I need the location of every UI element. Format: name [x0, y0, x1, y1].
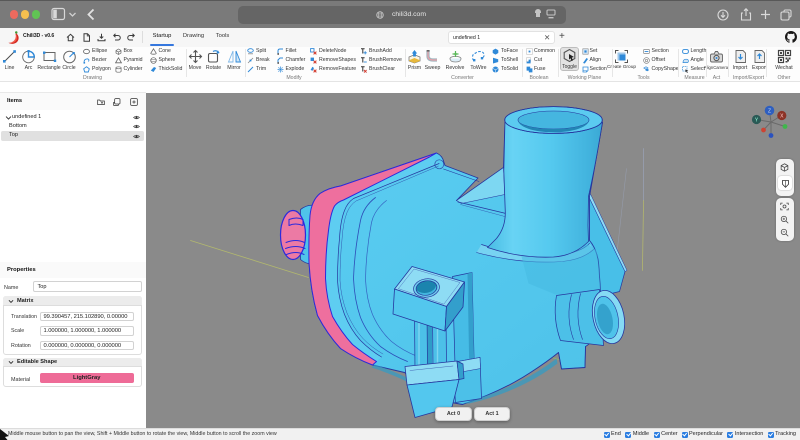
svg-text:Z: Z	[768, 108, 771, 114]
